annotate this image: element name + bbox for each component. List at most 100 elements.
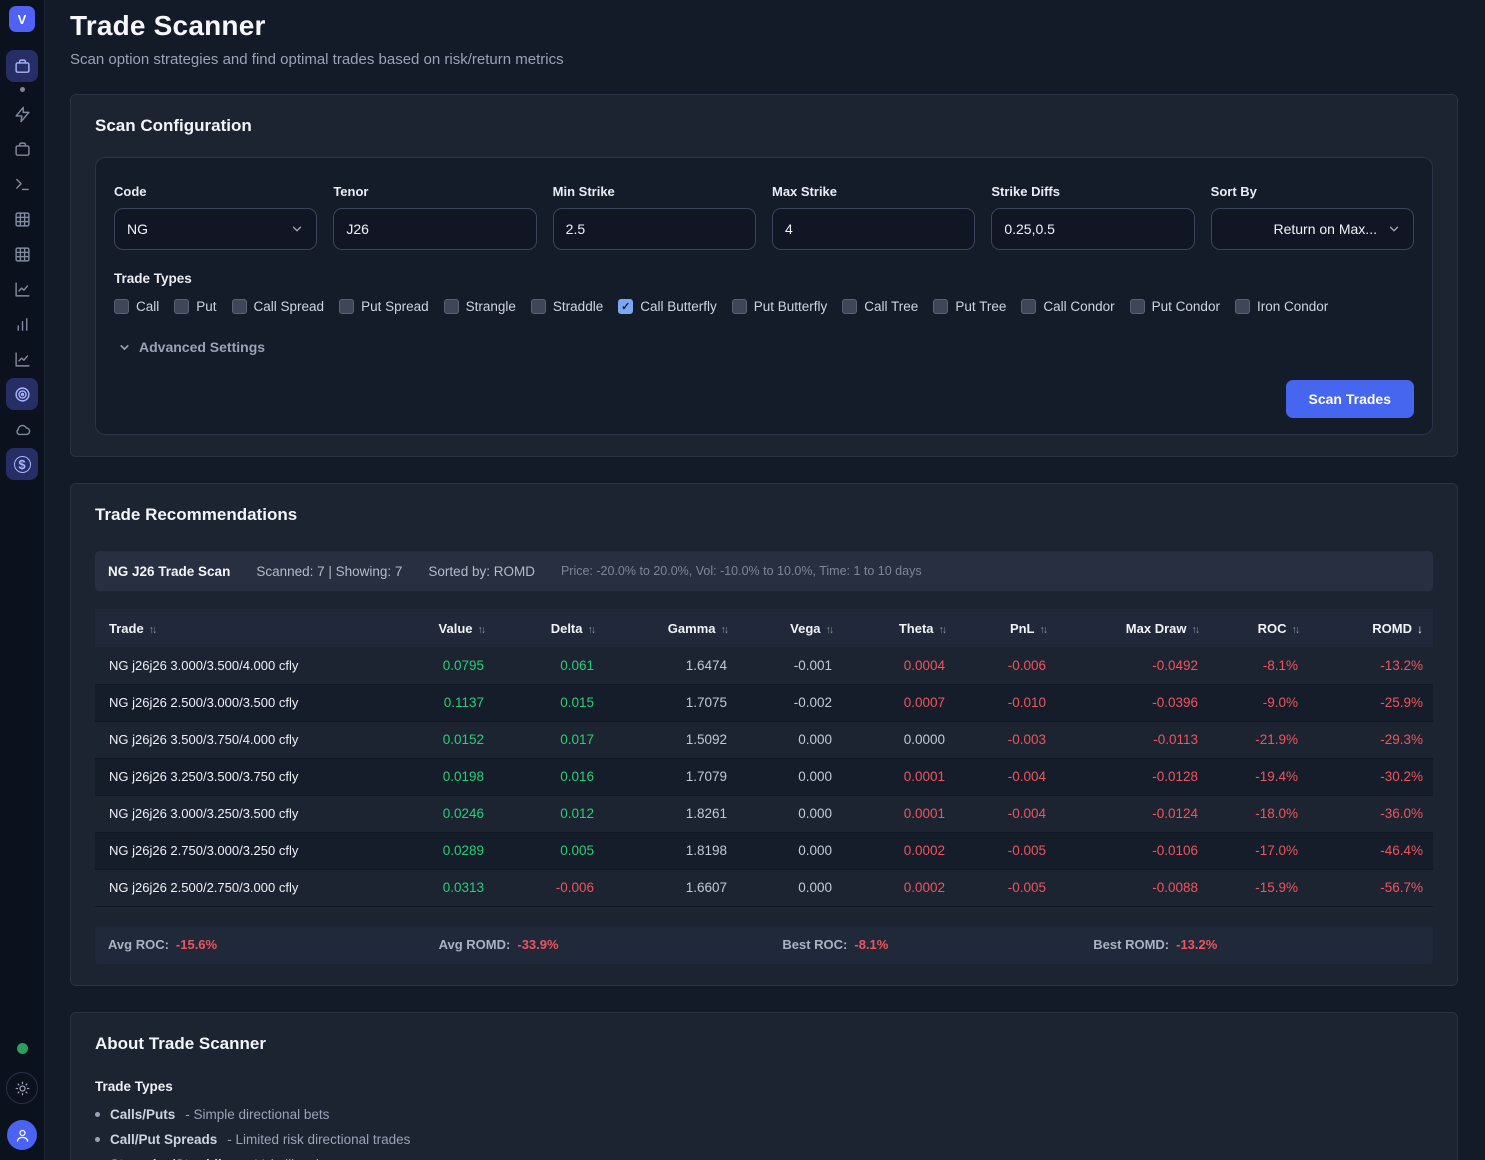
column-header-gamma[interactable]: Gamma↑↓ [604, 609, 737, 647]
theme-toggle-button[interactable] [6, 1072, 38, 1104]
sidebar-item-line-chart-1[interactable] [6, 273, 38, 305]
checkbox-label: Call [136, 299, 159, 314]
column-header-delta[interactable]: Delta↑↓ [494, 609, 604, 647]
table-cell: 1.7079 [604, 758, 737, 795]
table-cell: 0.000 [737, 869, 842, 906]
trade-recommendations-card: Trade Recommendations NG J26 Trade Scan … [70, 483, 1458, 986]
grid-icon [14, 211, 31, 228]
table-row[interactable]: NG j26j26 2.500/3.000/3.500 cfly0.11370.… [95, 684, 1433, 721]
sidebar-item-cloud[interactable] [6, 413, 38, 445]
table-row[interactable]: NG j26j26 2.500/2.750/3.000 cfly0.0313-0… [95, 869, 1433, 906]
checkbox-call-spread[interactable]: Call Spread [232, 299, 325, 314]
field-sort-by: Sort ByReturn on Max... [1211, 184, 1414, 250]
table-row[interactable]: NG j26j26 3.250/3.500/3.750 cfly0.01980.… [95, 758, 1433, 795]
column-header-vega[interactable]: Vega↑↓ [737, 609, 842, 647]
sidebar-item-terminal[interactable] [6, 168, 38, 200]
input-max-strike[interactable]: 4 [772, 208, 975, 250]
table-cell: NG j26j26 3.500/3.750/4.000 cfly [95, 721, 399, 758]
table-cell: 1.7075 [604, 684, 737, 721]
checkbox-label: Put [196, 299, 216, 314]
table-cell: NG j26j26 2.500/2.750/3.000 cfly [95, 869, 399, 906]
sort-icon: ↑↓ [939, 624, 946, 636]
connection-status-dot [17, 1043, 28, 1054]
bullet-term: Call/Put Spreads [110, 1132, 217, 1147]
sort-icon: ↑↓ [478, 624, 485, 636]
input-strike-diffs[interactable]: 0.25,0.5 [991, 208, 1194, 250]
checkbox-put-butterfly[interactable]: Put Butterfly [732, 299, 828, 314]
table-row[interactable]: NG j26j26 3.000/3.250/3.500 cfly0.02460.… [95, 795, 1433, 832]
field-code: CodeNG [114, 184, 317, 250]
column-header-max-draw[interactable]: Max Draw↑↓ [1056, 609, 1208, 647]
table-row[interactable]: NG j26j26 3.000/3.500/4.000 cfly0.07950.… [95, 647, 1433, 684]
table-cell: -30.2% [1308, 758, 1433, 795]
table-cell: -0.0128 [1056, 758, 1208, 795]
table-cell: NG j26j26 2.500/3.000/3.500 cfly [95, 684, 399, 721]
sidebar-item-pricing[interactable]: $ [6, 448, 38, 480]
trade-recommendations-title: Trade Recommendations [95, 505, 1433, 525]
checkbox-label: Call Tree [864, 299, 918, 314]
target-icon [14, 386, 31, 403]
checkbox-iron-condor[interactable]: Iron Condor [1235, 299, 1328, 314]
checkbox-unchecked-icon [1021, 299, 1036, 314]
checkbox-call-condor[interactable]: Call Condor [1021, 299, 1114, 314]
select-code[interactable]: NG [114, 208, 317, 250]
sidebar-item-quick-actions[interactable] [6, 98, 38, 130]
column-header-pnl[interactable]: PnL↑↓ [955, 609, 1056, 647]
briefcase-icon [14, 141, 31, 158]
sidebar-item-trade-scanner[interactable] [6, 378, 38, 410]
checkbox-checked-icon: ✓ [618, 299, 633, 314]
table-cell: -15.9% [1208, 869, 1308, 906]
column-header-roc[interactable]: ROC↑↓ [1208, 609, 1308, 647]
table-cell: 1.5092 [604, 721, 737, 758]
input-tenor[interactable]: J26 [333, 208, 536, 250]
table-cell: -17.0% [1208, 832, 1308, 869]
checkbox-call-butterfly[interactable]: ✓Call Butterfly [618, 299, 717, 314]
sort-icon: ↑↓ [721, 624, 728, 636]
checkbox-unchecked-icon [232, 299, 247, 314]
table-cell: -0.006 [955, 647, 1056, 684]
sidebar-item-grid-1[interactable] [6, 203, 38, 235]
summary-best-romd: Best ROMD:-13.2% [1093, 937, 1420, 952]
sidebar-item-grid-2[interactable] [6, 238, 38, 270]
advanced-settings-toggle[interactable]: Advanced Settings [118, 339, 1414, 355]
table-cell: 0.0007 [842, 684, 955, 721]
table-row[interactable]: NG j26j26 3.500/3.750/4.000 cfly0.01520.… [95, 721, 1433, 758]
app-logo[interactable]: V [9, 6, 35, 32]
column-header-romd[interactable]: ROMD↓ [1308, 609, 1433, 647]
bar-chart-icon [14, 316, 31, 333]
advanced-settings-label: Advanced Settings [139, 339, 265, 355]
sidebar-item-line-chart-2[interactable] [6, 343, 38, 375]
table-row[interactable]: NG j26j26 2.750/3.000/3.250 cfly0.02890.… [95, 832, 1433, 869]
checkbox-put-condor[interactable]: Put Condor [1130, 299, 1220, 314]
checkbox-strangle[interactable]: Strangle [444, 299, 516, 314]
sidebar-item-cases[interactable] [6, 133, 38, 165]
summary-avg-romd: Avg ROMD:-33.9% [439, 937, 783, 952]
checkbox-put-spread[interactable]: Put Spread [339, 299, 429, 314]
scan-counts: Scanned: 7 | Showing: 7 [256, 564, 402, 579]
field-tenor: TenorJ26 [333, 184, 536, 250]
briefcase-icon [14, 58, 31, 75]
sun-icon [15, 1081, 30, 1096]
column-header-value[interactable]: Value↑↓ [399, 609, 494, 647]
checkbox-call[interactable]: Call [114, 299, 159, 314]
line-chart-icon [14, 351, 31, 368]
checkbox-put-tree[interactable]: Put Tree [933, 299, 1006, 314]
select-sort-by[interactable]: Return on Max... [1211, 208, 1414, 250]
input-min-strike[interactable]: 2.5 [553, 208, 756, 250]
table-cell: -46.4% [1308, 832, 1433, 869]
user-avatar[interactable] [7, 1120, 37, 1150]
scan-trades-button[interactable]: Scan Trades [1286, 380, 1415, 418]
table-cell: 1.6474 [604, 647, 737, 684]
checkbox-put[interactable]: Put [174, 299, 216, 314]
sidebar-item-bar-chart[interactable] [6, 308, 38, 340]
table-cell: -21.9% [1208, 721, 1308, 758]
checkbox-call-tree[interactable]: Call Tree [842, 299, 918, 314]
checkbox-straddle[interactable]: Straddle [531, 299, 603, 314]
scan-name: NG J26 Trade Scan [108, 564, 230, 579]
column-header-trade[interactable]: Trade↑↓ [95, 609, 399, 647]
sort-icon: ↑↓ [1040, 624, 1047, 636]
field-label: Min Strike [553, 184, 756, 199]
sidebar-item-portfolio[interactable] [6, 50, 38, 82]
checkbox-label: Call Condor [1043, 299, 1114, 314]
column-header-theta[interactable]: Theta↑↓ [842, 609, 955, 647]
